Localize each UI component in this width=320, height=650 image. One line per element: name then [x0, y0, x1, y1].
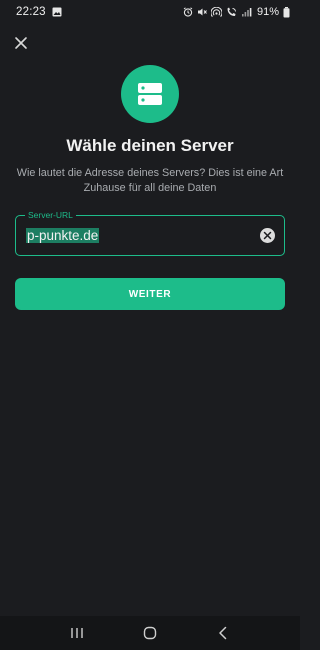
page-subtitle: Wie lautet die Adresse deines Servers? D… [16, 167, 284, 194]
close-icon [15, 37, 27, 49]
mute-icon [197, 7, 207, 17]
navigation-bar [0, 616, 300, 650]
server-url-field[interactable]: Server-URL p-punkte.de [15, 210, 285, 256]
clear-icon [263, 231, 272, 240]
wifi-call-icon [226, 7, 237, 17]
battery-percent: 91% [256, 6, 279, 18]
server-hero-badge [121, 65, 179, 123]
server-url-value: p-punkte.de [26, 228, 100, 243]
server-icon [138, 83, 162, 105]
signal-icon [241, 7, 252, 17]
status-bar-left: 22:23 [16, 6, 62, 18]
status-time: 22:23 [16, 6, 46, 18]
alarm-icon [183, 7, 193, 17]
gallery-icon [52, 7, 62, 17]
server-url-label: Server-URL [25, 210, 76, 221]
home-icon [143, 626, 157, 640]
server-url-input[interactable]: p-punkte.de [26, 228, 100, 243]
page-title: Wähle deinen Server [66, 136, 234, 155]
recent-apps-icon [70, 628, 83, 638]
back-button[interactable] [208, 618, 238, 648]
recent-apps-button[interactable] [62, 618, 92, 648]
screen: 22:23 91% Wähle deinen Server Wie lautet… [0, 0, 300, 650]
close-button[interactable] [10, 32, 32, 54]
hotspot-icon [210, 7, 222, 17]
clear-input-button[interactable] [260, 228, 275, 243]
continue-button[interactable]: WEITER [15, 278, 285, 310]
battery-icon [283, 6, 290, 18]
back-icon [219, 626, 227, 640]
home-button[interactable] [135, 618, 165, 648]
status-bar: 22:23 91% [0, 0, 300, 24]
status-bar-right: 91% [183, 6, 290, 18]
